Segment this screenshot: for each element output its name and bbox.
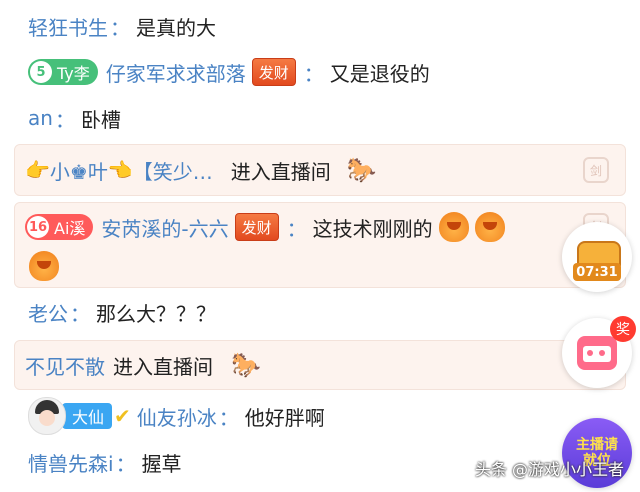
emoji-sticker [29, 251, 59, 281]
message-text: 这技术刚刚的 [312, 216, 433, 241]
chest-timer: 07:31 [573, 263, 621, 281]
chat-message: an ： 卧槽 [28, 96, 121, 140]
username[interactable]: 安芮溪的-六六 [101, 213, 228, 242]
enter-text: 进入直播间 [113, 354, 213, 379]
message-text: 他好胖啊 [244, 405, 325, 430]
point-left-icon: 👈 [107, 158, 133, 182]
chat-message: 16 Ai溪 安芮溪的-六六 发财 ： 这技术刚刚的 [25, 205, 505, 249]
rich-tag: 发财 [251, 58, 296, 86]
rich-tag: 发财 [234, 213, 279, 241]
emoji-row [29, 251, 59, 281]
fan-badge[interactable]: 5 Ty李 [28, 59, 98, 85]
reward-badge: 奖 [610, 316, 636, 342]
badge-name: Ty李 [57, 64, 90, 83]
username[interactable]: 仙友孙冰 [137, 402, 217, 431]
colon: ： [286, 216, 307, 241]
badge-name: 大仙 [72, 408, 105, 427]
enter-room-card: 不见不散 进入直播间 🐎 [14, 340, 626, 390]
enter-room-card: 👉 小♚叶 👈 【笑少… 进入直播间 🐎 剑 [14, 144, 626, 196]
fan-badge[interactable]: 16 Ai溪 [25, 214, 94, 240]
point-right-icon: 👉 [25, 158, 50, 182]
username[interactable]: 情兽先森i [28, 448, 114, 477]
avatar[interactable] [28, 397, 66, 435]
chat-card: 16 Ai溪 安芮溪的-六六 发财 ： 这技术刚刚的 剑 [14, 202, 626, 288]
enter-text: 进入直播间 [230, 159, 331, 184]
username[interactable]: 仔家军求求部落 [106, 58, 246, 87]
badge-level: 5 [30, 61, 52, 83]
badge-level: 16 [27, 216, 49, 238]
username[interactable]: 老公 [28, 298, 68, 327]
username[interactable]: 不见不散 [25, 351, 105, 380]
username[interactable]: 小♚叶 [50, 156, 108, 185]
emoji-sticker [438, 212, 469, 242]
enter-room-message: 👉 小♚叶 👈 【笑少… 进入直播间 🐎 [25, 148, 377, 192]
chat-message: 情兽先森i ： 握草 [28, 440, 182, 484]
chat-message: 轻狂书生 ： 是真的大 [28, 4, 216, 48]
message-text: 是真的大 [136, 15, 216, 40]
enter-room-message: 不见不散 进入直播间 🐎 [25, 343, 261, 387]
message-text: 又是退役的 [329, 61, 430, 86]
immortal-badge[interactable]: 大仙 [62, 403, 113, 429]
chat-message: 大仙 ✔ 仙友孙冰 ： 他好胖啊 [28, 394, 325, 438]
horse-icon: 🐎 [231, 351, 261, 379]
gift-box-icon [577, 336, 617, 370]
v-icon: ✔ [114, 404, 131, 428]
badge-name: Ai溪 [54, 219, 86, 238]
colon: ： [115, 451, 136, 476]
colon: ： [110, 15, 130, 40]
colon: ： [54, 107, 75, 132]
colon: ： [218, 405, 239, 430]
username[interactable]: 轻狂书生 [28, 12, 108, 41]
sword-icon: 剑 [583, 157, 609, 183]
reward-button[interactable]: 奖 [562, 316, 636, 388]
chat-message: 老公 ： 那么大？？？ [28, 290, 216, 334]
message-text: 握草 [141, 451, 182, 476]
username[interactable]: an [28, 106, 53, 130]
emoji-sticker [474, 212, 505, 242]
colon: ： [303, 61, 324, 86]
colon: ： [70, 301, 90, 326]
message-text: 卧槽 [80, 107, 121, 132]
watermark: 头条 @游戏小小王者 [474, 460, 624, 479]
horse-icon: 🐎 [346, 156, 377, 184]
message-text: 那么大？？？ [96, 301, 216, 326]
treasure-chest-button[interactable]: 07:31 [562, 222, 632, 292]
username-suffix: 【笑少… [132, 159, 213, 184]
chat-message: 5 Ty李 仔家军求求部落 发财 ： 又是退役的 [28, 50, 430, 94]
chest-icon: 07:31 [573, 233, 621, 281]
